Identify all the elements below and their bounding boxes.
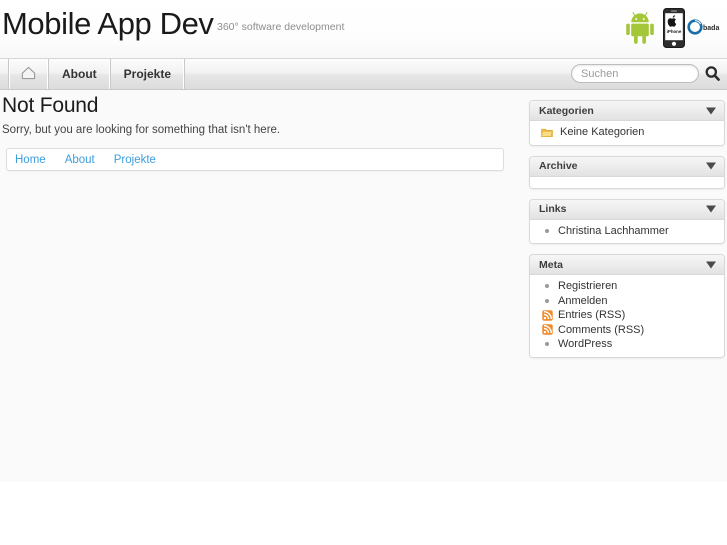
nav-item-label: Projekte (123, 67, 172, 81)
chevron-down-icon[interactable] (706, 205, 716, 213)
list-item[interactable]: Comments (RSS) (530, 323, 724, 338)
folder-icon (540, 127, 554, 138)
nav-item-about[interactable]: About (49, 59, 111, 89)
widget-title: Meta (539, 258, 563, 271)
widget-header[interactable]: Meta (530, 255, 724, 275)
page-link-home[interactable]: Home (9, 154, 52, 166)
rss-icon (540, 310, 554, 321)
nav-item-list: About Projekte (8, 59, 186, 89)
svg-text:bada: bada (703, 25, 719, 32)
page-title: Not Found (2, 94, 99, 117)
search-icon (704, 66, 721, 85)
widget-header[interactable]: Links (530, 199, 724, 220)
site-header: Mobile App Dev 360° software development (0, 0, 727, 58)
widget-archive: Archive (529, 155, 725, 189)
rss-icon (540, 324, 554, 335)
nav-item-home[interactable] (8, 59, 49, 89)
widget-title: Kategorien (539, 104, 594, 117)
widget-body (530, 176, 724, 188)
search-input[interactable] (571, 64, 699, 83)
list-item[interactable]: Registrieren (530, 279, 724, 294)
bada-logo-icon: bada (687, 18, 723, 39)
widget-title: Links (539, 203, 567, 215)
widget-kategorien: Kategorien Keine Kategorien (529, 100, 725, 146)
page-root: Mobile App Dev 360° software development (0, 0, 727, 545)
nav-item-label: About (62, 67, 97, 81)
list-item[interactable]: Keine Kategorien (530, 125, 724, 140)
widget-title: Archive (539, 160, 578, 172)
bullet-icon (540, 284, 554, 289)
platform-logos: iPhone bada (617, 6, 727, 52)
widget-body: Christina Lachhammer (530, 219, 724, 243)
svg-text:iPhone: iPhone (667, 29, 682, 34)
chevron-down-icon[interactable] (706, 107, 716, 114)
bullet-icon (540, 228, 554, 233)
list-item-label[interactable]: WordPress (558, 338, 612, 350)
list-item-label[interactable]: Keine Kategorien (560, 126, 644, 138)
site-title: Mobile App Dev (2, 6, 214, 41)
sidebar: Kategorien Keine Kategorien Archive Link… (529, 100, 725, 368)
bullet-icon (540, 342, 554, 347)
page-link-projekte[interactable]: Projekte (108, 154, 162, 166)
android-logo-icon (625, 11, 655, 48)
widget-links: Links Christina Lachhammer (529, 198, 725, 244)
list-item[interactable]: Entries (RSS) (530, 308, 724, 323)
chevron-down-icon[interactable] (706, 162, 716, 170)
widget-body: Keine Kategorien (530, 121, 724, 145)
list-item-label[interactable]: Comments (RSS) (558, 324, 644, 336)
main-navigation: About Projekte (0, 58, 727, 90)
not-found-message: Sorry, but you are looking for something… (2, 124, 281, 136)
widget-header[interactable]: Kategorien (530, 101, 724, 121)
list-item-label[interactable]: Christina Lachhammer (558, 225, 669, 237)
chevron-down-icon[interactable] (706, 261, 716, 268)
list-item-label[interactable]: Entries (RSS) (558, 309, 625, 321)
widget-meta: Meta Registrieren Anmelden Entries (RSS)… (529, 254, 725, 358)
list-item[interactable]: WordPress (530, 337, 724, 352)
list-item-label[interactable]: Anmelden (558, 295, 608, 307)
widget-header[interactable]: Archive (530, 156, 724, 177)
list-item[interactable]: Anmelden (530, 294, 724, 309)
search-area (571, 64, 721, 83)
widget-body: Registrieren Anmelden Entries (RSS) Comm… (530, 275, 724, 357)
bullet-icon (540, 298, 554, 303)
list-item[interactable]: Christina Lachhammer (530, 224, 724, 239)
list-item-label[interactable]: Registrieren (558, 280, 617, 292)
widget-list: Keine Kategorien (530, 125, 724, 140)
main-content: Not Found Sorry, but you are looking for… (0, 94, 512, 171)
widget-list: Registrieren Anmelden Entries (RSS) Comm… (530, 279, 724, 352)
search-button[interactable] (704, 65, 721, 82)
site-tagline: 360° software development (217, 21, 345, 33)
iphone-logo-icon: iPhone (663, 8, 685, 51)
page-link-about[interactable]: About (59, 154, 101, 166)
widget-list: Christina Lachhammer (530, 224, 724, 239)
home-icon (21, 66, 36, 83)
nav-item-projekte[interactable]: Projekte (111, 59, 186, 89)
page-links-bar: Home About Projekte (6, 148, 504, 171)
